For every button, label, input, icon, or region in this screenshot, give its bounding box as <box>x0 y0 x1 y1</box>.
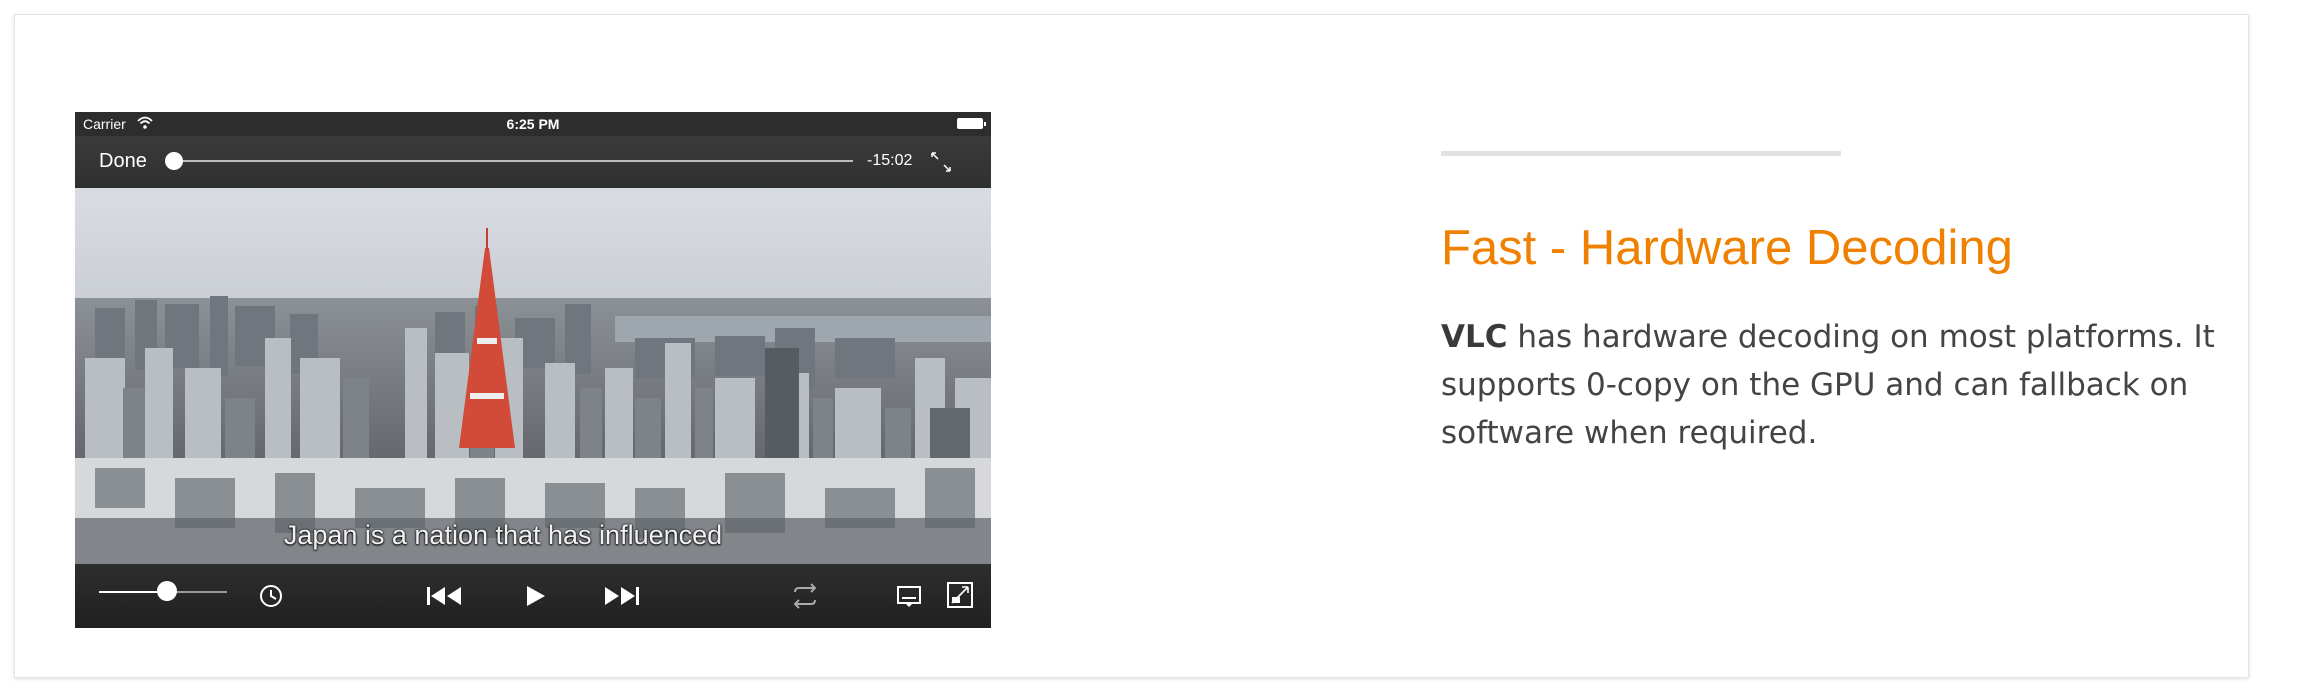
section-divider <box>1441 151 1841 156</box>
feature-description-brand: VLC <box>1441 319 1508 355</box>
repeat-icon[interactable] <box>789 582 821 610</box>
skip-forward-icon[interactable] <box>601 584 641 608</box>
feature-card: Carrier 6:25 PM Done -15:02 Japan is a n… <box>14 14 2249 678</box>
feature-heading: Fast - Hardware Decoding <box>1441 221 2013 275</box>
expand-icon[interactable] <box>929 150 953 174</box>
player-screenshot: Carrier 6:25 PM Done -15:02 Japan is a n… <box>75 112 991 628</box>
city-skyline-image <box>75 188 991 564</box>
subtitle-text: Japan is a nation that has influenced <box>283 520 723 550</box>
subtitles-icon[interactable] <box>895 582 923 610</box>
volume-fill <box>99 591 165 593</box>
status-time: 6:25 PM <box>506 116 560 132</box>
bottom-control-bar <box>75 564 991 628</box>
seek-track[interactable] <box>173 160 853 162</box>
play-icon[interactable] <box>521 582 549 610</box>
clock-icon[interactable] <box>257 582 285 610</box>
skip-back-icon[interactable] <box>425 584 465 608</box>
seek-knob[interactable] <box>165 152 183 170</box>
battery-icon <box>957 118 986 129</box>
video-frame[interactable]: Japan is a nation that has influenced <box>75 188 991 564</box>
volume-knob[interactable] <box>157 581 177 601</box>
remaining-time: -15:02 <box>867 152 913 169</box>
top-control-bar: Done -15:02 <box>75 136 991 188</box>
feature-description: VLC has hardware decoding on most platfo… <box>1441 313 2241 457</box>
status-bar: Carrier 6:25 PM <box>75 112 991 136</box>
feature-description-text: has hardware decoding on most platforms.… <box>1441 319 2215 451</box>
aspect-ratio-icon[interactable] <box>945 580 975 610</box>
done-button[interactable]: Done <box>99 150 147 173</box>
